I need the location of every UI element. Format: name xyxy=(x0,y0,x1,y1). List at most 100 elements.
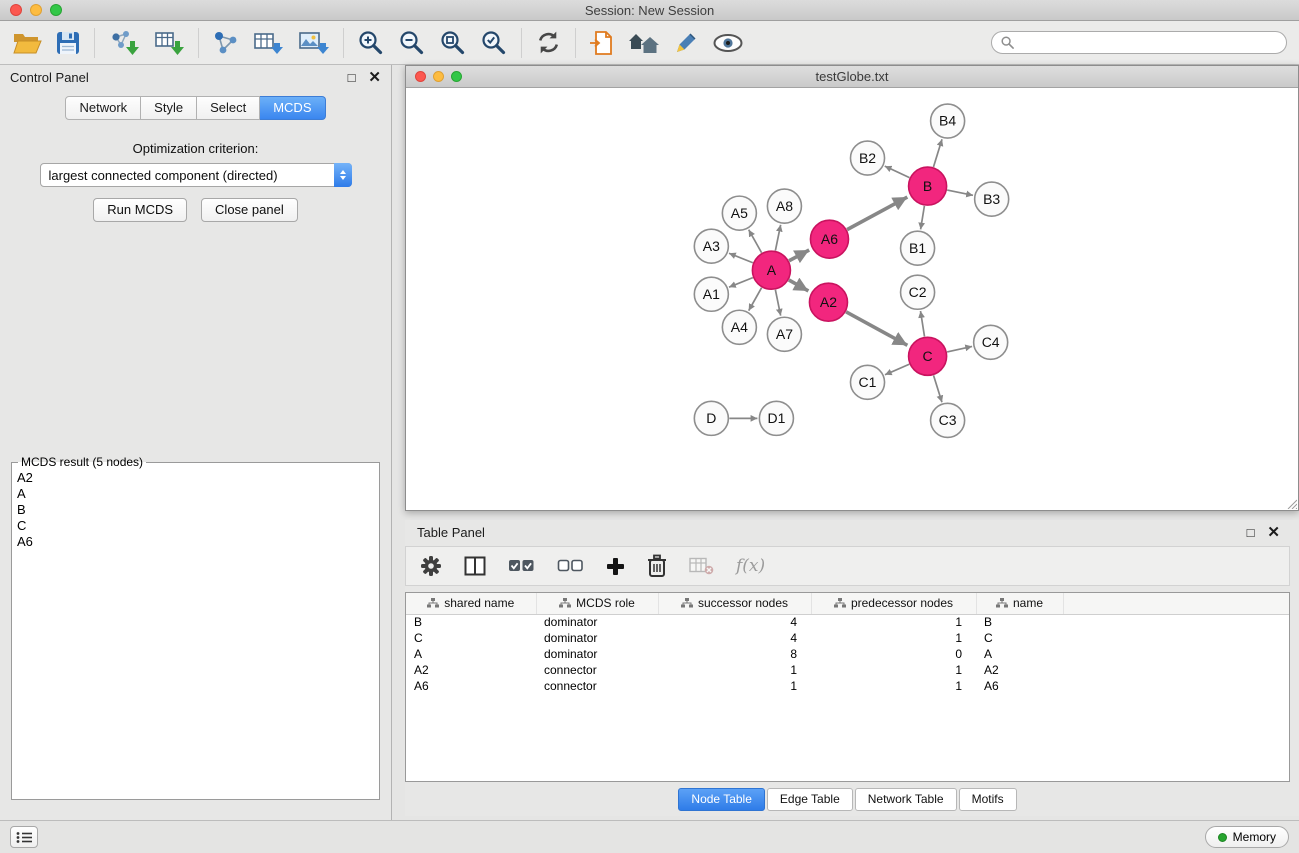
zoom-fit-button[interactable] xyxy=(439,29,467,57)
column-header-successor-nodes[interactable]: successor nodes xyxy=(658,593,811,614)
refresh-layout-button[interactable] xyxy=(535,29,562,56)
run-mcds-button[interactable]: Run MCDS xyxy=(93,198,187,222)
main-toolbar xyxy=(0,21,1299,65)
graph-edge-B-B1[interactable] xyxy=(921,206,925,230)
graph-node-label-D: D xyxy=(706,410,716,426)
graph-node-label-C1: C1 xyxy=(859,374,877,390)
tab-style[interactable]: Style xyxy=(141,96,197,120)
mcds-result-item[interactable]: A2 xyxy=(17,470,374,486)
float-panel-icon[interactable]: □ xyxy=(348,71,356,84)
function-builder-button[interactable]: f(x) xyxy=(736,556,765,576)
deselect-all-button[interactable] xyxy=(557,558,584,574)
network-canvas[interactable]: B4B2BB3A5A8A6B1A3AC2A1A2A4A7C4CC1C3DD1 xyxy=(406,88,1298,510)
delete-row-button[interactable] xyxy=(647,554,667,578)
network-window-titlebar[interactable]: testGlobe.txt xyxy=(406,66,1298,88)
task-history-button[interactable] xyxy=(10,826,38,848)
delete-column-button[interactable] xyxy=(689,557,714,575)
graph-edge-A2-C[interactable] xyxy=(846,312,907,345)
plus-icon xyxy=(606,557,625,576)
zoom-out-button[interactable] xyxy=(398,29,426,57)
copy-document-button[interactable] xyxy=(589,29,615,57)
network-minimize-button[interactable] xyxy=(433,71,444,82)
tab-select[interactable]: Select xyxy=(197,96,260,120)
zoom-selected-button[interactable] xyxy=(480,29,508,57)
resize-grip-icon[interactable] xyxy=(1285,497,1297,509)
save-session-button[interactable] xyxy=(55,30,81,56)
graph-edge-C-C4[interactable] xyxy=(947,346,972,352)
graph-node-label-C2: C2 xyxy=(909,284,927,300)
close-panel-button[interactable]: Close panel xyxy=(201,198,298,222)
column-header-shared-name[interactable]: shared name xyxy=(406,593,536,614)
home-button[interactable] xyxy=(628,30,660,56)
tab-network[interactable]: Network xyxy=(65,96,141,120)
criterion-dropdown[interactable]: largest connected component (directed) xyxy=(40,163,352,187)
mcds-result-item[interactable]: A6 xyxy=(17,534,374,550)
graph-edge-A-A8[interactable] xyxy=(775,225,780,251)
close-window-button[interactable] xyxy=(10,4,22,16)
mcds-result-item[interactable]: B xyxy=(17,502,374,518)
graph-edge-A-A1[interactable] xyxy=(729,278,753,288)
graph-edge-A-A4[interactable] xyxy=(749,288,762,311)
network-close-button[interactable] xyxy=(415,71,426,82)
import-table-button[interactable] xyxy=(153,29,185,57)
export-image-button[interactable] xyxy=(298,30,330,56)
memory-button[interactable]: Memory xyxy=(1205,826,1289,848)
graph-edge-A6-B[interactable] xyxy=(847,197,907,230)
graph-edge-A-A5[interactable] xyxy=(749,230,762,253)
table-row[interactable]: Adominator 80 A xyxy=(406,646,1289,662)
graph-edge-C-C3[interactable] xyxy=(934,375,942,402)
table-row[interactable]: A2connector 11 A2 xyxy=(406,662,1289,678)
graph-edge-A-A7[interactable] xyxy=(775,290,780,316)
criterion-dropdown-value: largest connected component (directed) xyxy=(41,168,334,183)
mcds-result-item[interactable]: C xyxy=(17,518,374,534)
node-table: shared name MCDS role successor nodes pr… xyxy=(406,593,1289,694)
zoom-window-button[interactable] xyxy=(50,4,62,16)
table-settings-button[interactable] xyxy=(420,555,442,577)
show-column-button[interactable] xyxy=(464,556,486,576)
graph-node-label-A2: A2 xyxy=(820,294,837,310)
search-input[interactable] xyxy=(1019,36,1277,50)
minimize-window-button[interactable] xyxy=(30,4,42,16)
open-session-button[interactable] xyxy=(12,30,42,56)
select-all-button[interactable] xyxy=(508,558,535,574)
table-header-row: shared name MCDS role successor nodes pr… xyxy=(406,593,1289,614)
right-column: testGlobe.txt B4B2BB3A5A8A6B1A3AC2A1A2A4… xyxy=(392,65,1299,820)
tab-node-table[interactable]: Node Table xyxy=(678,788,765,811)
tab-network-table[interactable]: Network Table xyxy=(855,788,957,811)
graph-edge-A-A6[interactable] xyxy=(789,250,809,261)
graph-edge-B-B2[interactable] xyxy=(885,166,910,178)
new-network-button[interactable] xyxy=(212,30,240,56)
graph-edge-B-B4[interactable] xyxy=(933,139,942,167)
close-panel-icon[interactable]: ✕ xyxy=(368,70,381,85)
float-table-panel-icon[interactable]: □ xyxy=(1247,526,1255,539)
column-header-name[interactable]: name xyxy=(976,593,1063,614)
node-table-wrap[interactable]: shared name MCDS role successor nodes pr… xyxy=(405,592,1290,782)
graph-edge-A-A2[interactable] xyxy=(789,280,809,291)
column-header-predecessor-nodes[interactable]: predecessor nodes xyxy=(811,593,976,614)
birdseye-button[interactable] xyxy=(712,32,744,54)
network-graph[interactable]: B4B2BB3A5A8A6B1A3AC2A1A2A4A7C4CC1C3DD1 xyxy=(406,88,1298,510)
network-zoom-button[interactable] xyxy=(451,71,462,82)
table-row[interactable]: Bdominator 41 B xyxy=(406,614,1289,630)
add-column-button[interactable] xyxy=(606,557,625,576)
close-table-panel-icon[interactable]: ✕ xyxy=(1267,525,1280,540)
graph-edge-C-C1[interactable] xyxy=(885,364,909,375)
tab-edge-table[interactable]: Edge Table xyxy=(767,788,853,811)
tab-mcds[interactable]: MCDS xyxy=(260,96,325,120)
main-area: Control Panel □ ✕ Network Style Select M… xyxy=(0,65,1299,820)
graph-edge-B-B3[interactable] xyxy=(947,190,973,195)
export-table-button[interactable] xyxy=(253,30,285,56)
table-row[interactable]: A6connector 11 A6 xyxy=(406,678,1289,694)
annotate-button[interactable] xyxy=(673,30,699,56)
mcds-result-item[interactable]: A xyxy=(17,486,374,502)
column-header-mcds-role[interactable]: MCDS role xyxy=(536,593,658,614)
eye-icon xyxy=(712,32,744,54)
tab-motifs[interactable]: Motifs xyxy=(959,788,1017,811)
graph-edge-A-A3[interactable] xyxy=(729,253,753,263)
search-field[interactable] xyxy=(991,31,1287,54)
table-row[interactable]: Cdominator 41 C xyxy=(406,630,1289,646)
import-network-button[interactable] xyxy=(108,29,140,57)
zoom-in-button[interactable] xyxy=(357,29,385,57)
graph-node-label-C3: C3 xyxy=(939,412,957,428)
graph-edge-C-C2[interactable] xyxy=(921,311,925,336)
